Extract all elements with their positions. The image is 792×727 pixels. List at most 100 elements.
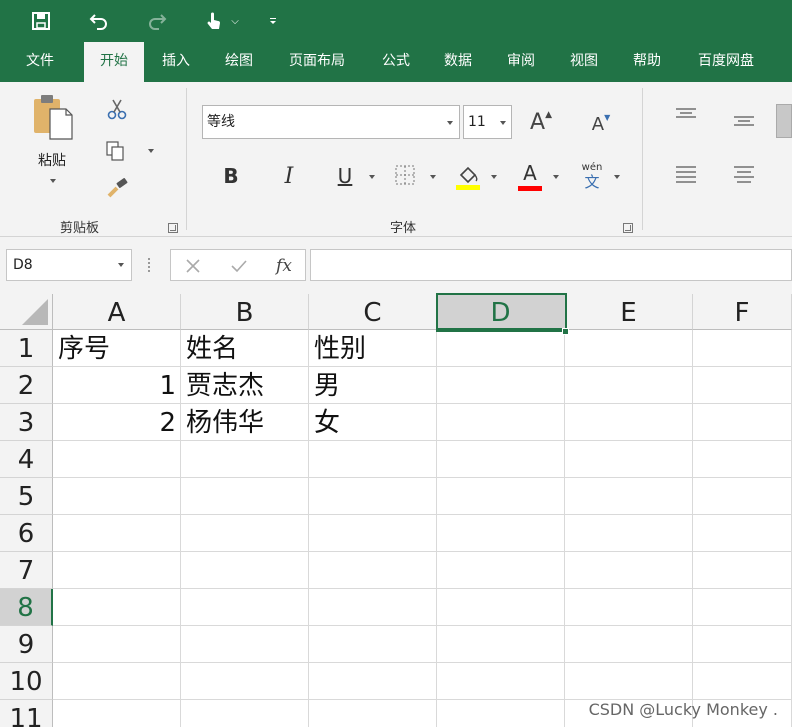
cell-d10[interactable] xyxy=(437,663,565,700)
cell-f8[interactable] xyxy=(693,589,792,626)
customize-qat-icon[interactable] xyxy=(264,8,282,34)
cell-e8[interactable] xyxy=(565,589,693,626)
cell-e3[interactable] xyxy=(565,404,693,441)
cell-e10[interactable] xyxy=(565,663,693,700)
select-all-button[interactable] xyxy=(0,294,53,330)
row-header-3[interactable]: 3 xyxy=(0,404,53,441)
column-header-b[interactable]: B xyxy=(181,294,309,330)
cell-a7[interactable] xyxy=(53,552,181,589)
font-color-button[interactable]: A xyxy=(516,162,544,192)
cell-d6[interactable] xyxy=(437,515,565,552)
align-center-icon[interactable] xyxy=(730,164,758,188)
column-header-f[interactable]: F xyxy=(693,294,792,330)
formula-input[interactable] xyxy=(310,249,792,281)
cell-f4[interactable] xyxy=(693,441,792,478)
cell-e9[interactable] xyxy=(565,626,693,663)
cell-d11[interactable] xyxy=(437,700,565,727)
cell-f10[interactable] xyxy=(693,663,792,700)
cell-b5[interactable] xyxy=(181,478,309,515)
row-header-1[interactable]: 1 xyxy=(0,330,53,367)
cell-a9[interactable] xyxy=(53,626,181,663)
insert-function-button[interactable]: fx xyxy=(271,254,297,278)
cell-e5[interactable] xyxy=(565,478,693,515)
row-header-2[interactable]: 2 xyxy=(0,367,53,404)
cell-f9[interactable] xyxy=(693,626,792,663)
row-header-10[interactable]: 10 xyxy=(0,663,53,700)
tab-formulas[interactable]: 公式 xyxy=(372,42,420,82)
cell-c5[interactable] xyxy=(309,478,437,515)
underline-button[interactable]: U xyxy=(332,162,358,190)
tab-data[interactable]: 数据 xyxy=(434,42,482,82)
italic-button[interactable]: I xyxy=(276,162,302,190)
cell-a5[interactable] xyxy=(53,478,181,515)
font-name-combo[interactable]: 等线 xyxy=(202,105,460,139)
chevron-down-icon[interactable] xyxy=(614,175,620,179)
cell-d9[interactable] xyxy=(437,626,565,663)
cell-f5[interactable] xyxy=(693,478,792,515)
cell-b4[interactable] xyxy=(181,441,309,478)
row-header-8[interactable]: 8 xyxy=(0,589,53,626)
cell-b9[interactable] xyxy=(181,626,309,663)
cell-f6[interactable] xyxy=(693,515,792,552)
cell-f2[interactable] xyxy=(693,367,792,404)
dialog-launcher-icon[interactable] xyxy=(623,223,633,233)
cell-d2[interactable] xyxy=(437,367,565,404)
cell-c11[interactable] xyxy=(309,700,437,727)
row-header-6[interactable]: 6 xyxy=(0,515,53,552)
column-header-e[interactable]: E xyxy=(565,294,693,330)
cell-e2[interactable] xyxy=(565,367,693,404)
format-painter-icon[interactable] xyxy=(102,176,132,202)
cell-c6[interactable] xyxy=(309,515,437,552)
cell-a6[interactable] xyxy=(53,515,181,552)
cell-c8[interactable] xyxy=(309,589,437,626)
cell-b10[interactable] xyxy=(181,663,309,700)
cell-f3[interactable] xyxy=(693,404,792,441)
cell-a3[interactable]: 2 xyxy=(53,404,181,441)
cell-d8[interactable] xyxy=(437,589,565,626)
chevron-down-icon[interactable] xyxy=(447,121,453,125)
cell-d5[interactable] xyxy=(437,478,565,515)
wrap-text-button[interactable] xyxy=(776,104,792,138)
touch-mode-icon[interactable]: ⌵ xyxy=(200,8,244,34)
cell-b2[interactable]: 贾志杰 xyxy=(181,367,309,404)
cell-d3[interactable] xyxy=(437,404,565,441)
cell-b6[interactable] xyxy=(181,515,309,552)
fill-handle[interactable] xyxy=(562,328,569,335)
cell-b8[interactable] xyxy=(181,589,309,626)
dialog-launcher-icon[interactable] xyxy=(168,223,178,233)
tab-draw[interactable]: 绘图 xyxy=(215,42,263,82)
cell-b11[interactable] xyxy=(181,700,309,727)
align-top-icon[interactable] xyxy=(672,104,700,124)
chevron-down-icon[interactable] xyxy=(148,149,154,153)
borders-icon[interactable] xyxy=(393,163,417,187)
increase-font-size-button[interactable]: A ▲ xyxy=(526,108,556,136)
cell-e1[interactable] xyxy=(565,330,693,367)
tab-help[interactable]: 帮助 xyxy=(623,42,671,82)
chevron-down-icon[interactable] xyxy=(500,121,506,125)
align-middle-icon[interactable] xyxy=(730,112,758,132)
paste-button-label[interactable]: 粘贴 xyxy=(22,150,82,170)
check-icon[interactable] xyxy=(227,254,251,278)
cell-d4[interactable] xyxy=(437,441,565,478)
cell-f7[interactable] xyxy=(693,552,792,589)
cut-icon[interactable] xyxy=(104,96,130,122)
cancel-icon[interactable] xyxy=(181,254,205,278)
cell-a8[interactable] xyxy=(53,589,181,626)
phonetic-guide-button[interactable]: wén 文 xyxy=(576,162,608,192)
column-header-c[interactable]: C xyxy=(309,294,437,330)
undo-icon[interactable] xyxy=(86,8,112,34)
row-header-9[interactable]: 9 xyxy=(0,626,53,663)
cell-a10[interactable] xyxy=(53,663,181,700)
row-header-11[interactable]: 11 xyxy=(0,700,53,727)
cell-a4[interactable] xyxy=(53,441,181,478)
redo-icon[interactable] xyxy=(144,8,170,34)
cell-f1[interactable] xyxy=(693,330,792,367)
name-box[interactable]: D8 xyxy=(6,249,132,281)
cell-c7[interactable] xyxy=(309,552,437,589)
row-header-4[interactable]: 4 xyxy=(0,441,53,478)
chevron-down-icon[interactable] xyxy=(430,175,436,179)
fill-color-icon[interactable] xyxy=(454,162,482,192)
chevron-down-icon[interactable] xyxy=(491,175,497,179)
bold-button[interactable]: B xyxy=(218,162,244,190)
tab-baidu-netdisk[interactable]: 百度网盘 xyxy=(688,42,764,82)
